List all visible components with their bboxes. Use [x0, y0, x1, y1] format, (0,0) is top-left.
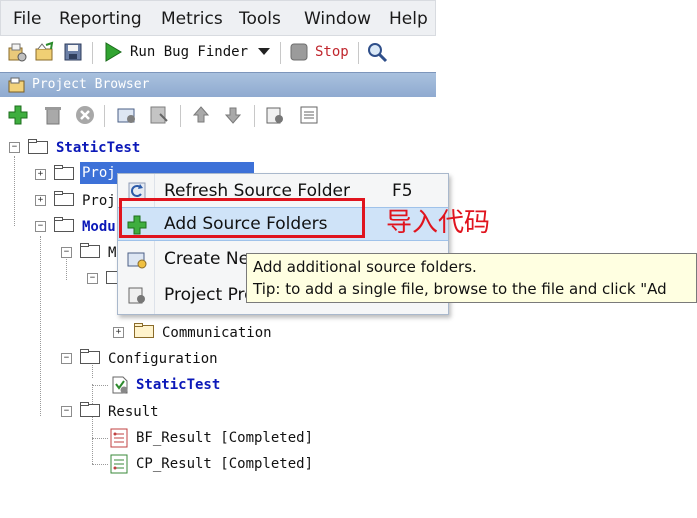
menu-bar: File Reporting Metrics Tools Window Help [0, 0, 436, 36]
add-icon[interactable] [7, 104, 29, 126]
stop-button[interactable]: Stop [315, 44, 349, 60]
tree-guide [66, 256, 67, 280]
tree-guide [92, 464, 108, 465]
expander-subfolder[interactable]: − [87, 273, 98, 284]
context-menu-create-new-module-label: Create Ne [164, 249, 250, 269]
expander-proj[interactable]: + [35, 195, 46, 206]
menu-file[interactable]: File [13, 9, 41, 29]
stop-icon[interactable] [288, 41, 310, 63]
folder-settings-icon[interactable] [116, 104, 138, 126]
new-module-icon [127, 252, 147, 269]
folder-icon [54, 191, 74, 206]
main-toolbar: Run Bug Finder Stop [0, 37, 400, 69]
tree-item-config-static-test[interactable]: StaticTest [136, 377, 220, 393]
context-menu-project-properties-label: Project Pro [164, 285, 255, 305]
tooltip-line-2: Tip: to add a single file, browse to the… [253, 280, 667, 298]
tree-item-proj[interactable]: Proj [82, 193, 116, 209]
save-icon[interactable] [62, 41, 84, 63]
toolbar-separator [104, 105, 105, 127]
dropdown-arrow-icon[interactable] [256, 43, 272, 59]
tooltip-line-1: Add additional source folders. [253, 258, 477, 276]
tree-item-module[interactable]: M [108, 245, 116, 261]
menu-window[interactable]: Window [304, 9, 371, 29]
expander-modules[interactable]: − [35, 221, 46, 232]
move-down-icon[interactable] [222, 104, 244, 126]
tree-item-cp-result[interactable]: CP_Result [Completed] [136, 456, 313, 472]
cancel-icon[interactable] [74, 104, 96, 126]
menu-help[interactable]: Help [389, 9, 428, 29]
bf-result-icon [110, 428, 128, 448]
tree-root-static-test[interactable]: StaticTest [56, 140, 140, 156]
tree-guide [40, 236, 41, 416]
toolbar-separator [358, 42, 359, 64]
toolbar-separator [254, 105, 255, 127]
project-browser-icon [8, 77, 25, 93]
menu-reporting[interactable]: Reporting [59, 9, 142, 29]
expander-module[interactable]: − [61, 247, 72, 258]
list-icon[interactable] [298, 104, 320, 126]
config-file-icon [112, 376, 128, 394]
folder-icon [28, 139, 48, 154]
tree-guide [92, 385, 108, 386]
tree-guide [14, 156, 15, 226]
toolbar-separator [280, 42, 281, 64]
project-browser-header: Project Browser [0, 72, 436, 97]
project-browser-title: Project Browser [32, 77, 150, 92]
bookmark-icon[interactable] [148, 104, 170, 126]
cp-result-icon [110, 454, 128, 474]
tree-item-result[interactable]: Result [108, 404, 159, 420]
toolbar-separator [92, 42, 93, 64]
expander-communication[interactable]: + [113, 327, 124, 338]
expander-source-files[interactable]: + [35, 169, 46, 180]
annotation-text: 导入代码 [386, 208, 491, 238]
menu-metrics[interactable]: Metrics [161, 9, 223, 29]
tree-item-source-files-label: Proj [82, 165, 116, 181]
folder-icon [80, 349, 100, 364]
tooltip: Add additional source folders. Tip: to a… [246, 253, 697, 303]
expander-root[interactable]: − [9, 142, 20, 153]
properties-icon [128, 287, 145, 304]
folder-icon [80, 243, 100, 258]
folder-icon [54, 217, 74, 232]
tree-guide [92, 438, 108, 439]
toolbar-separator [180, 105, 181, 127]
folder-icon [54, 165, 74, 180]
annotation-highlight-box [119, 198, 365, 238]
folder-icon [80, 402, 100, 417]
menu-tools[interactable]: Tools [239, 9, 281, 29]
expander-result[interactable]: − [61, 406, 72, 417]
tree-item-modules[interactable]: Modu [82, 219, 116, 235]
run-bug-finder-button[interactable]: Run Bug Finder [130, 44, 248, 60]
expander-configuration[interactable]: − [61, 353, 72, 364]
move-up-icon[interactable] [190, 104, 212, 126]
folder-icon [134, 323, 154, 338]
search-icon[interactable] [366, 41, 388, 63]
delete-icon[interactable] [42, 104, 64, 126]
open-project-icon[interactable] [34, 41, 56, 63]
tree-item-configuration[interactable]: Configuration [108, 351, 218, 367]
run-icon[interactable] [102, 41, 124, 63]
project-browser-toolbar [0, 98, 340, 132]
tree-item-bf-result[interactable]: BF_Result [Completed] [136, 430, 313, 446]
tree-guide [92, 384, 93, 464]
new-project-icon[interactable] [6, 41, 28, 63]
context-menu-refresh-shortcut: F5 [392, 181, 413, 201]
properties-icon[interactable] [264, 104, 286, 126]
tree-item-communication[interactable]: Communication [162, 325, 272, 341]
